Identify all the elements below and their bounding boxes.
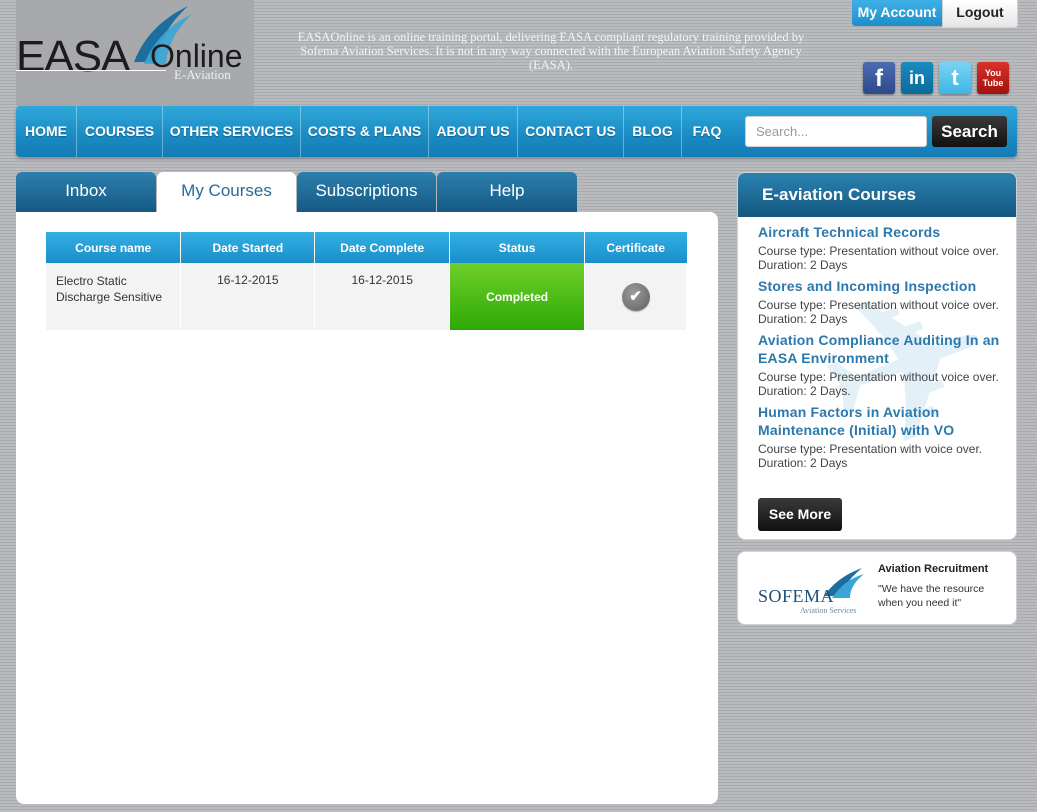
header-disclaimer: EASAOnline is an online training portal,… xyxy=(297,30,805,72)
tab-subscriptions[interactable]: Subscriptions xyxy=(297,172,436,212)
col-status: Status xyxy=(449,232,586,263)
nav-blog[interactable]: BLOG xyxy=(624,106,682,157)
course-description: Course type: Presentation without voice … xyxy=(758,298,999,326)
col-date-complete: Date Complete xyxy=(314,232,451,263)
recruitment-ad[interactable]: SOFEMA Aviation Services Aviation Recrui… xyxy=(737,551,1017,625)
courses-table: Course name Date Started Date Complete S… xyxy=(46,232,687,330)
course-description: Course type: Presentation without voice … xyxy=(758,244,999,272)
e-aviation-courses-panel: E-aviation Courses ✈ Aircraft Technical … xyxy=(737,172,1017,540)
sofema-logo-text: SOFEMA xyxy=(758,586,835,606)
course-link[interactable]: Stores and Incoming Inspection xyxy=(758,277,1003,295)
site-logo[interactable]: EASA Online E-Aviation xyxy=(16,0,254,106)
sofema-logo: SOFEMA Aviation Services xyxy=(758,566,868,615)
nav-contact-us[interactable]: CONTACT US xyxy=(518,106,624,157)
list-item: Human Factors in Aviation Maintenance (I… xyxy=(758,403,1003,470)
course-link[interactable]: Human Factors in Aviation Maintenance (I… xyxy=(758,403,1003,439)
twitter-icon[interactable]: t xyxy=(939,62,971,94)
ad-title: Aviation Recruitment xyxy=(878,563,989,575)
nav-other-services[interactable]: OTHER SERVICES xyxy=(163,106,301,157)
tab-my-courses[interactable]: My Courses xyxy=(157,172,296,214)
course-name-cell[interactable]: Electro Static Discharge Sensitive xyxy=(46,263,182,330)
col-course-name: Course name xyxy=(46,232,182,263)
search-input[interactable] xyxy=(745,116,927,147)
course-link[interactable]: Aviation Compliance Auditing In an EASA … xyxy=(758,331,1003,367)
my-account-button[interactable]: My Account xyxy=(852,0,942,26)
check-icon[interactable]: ✔ xyxy=(621,282,650,311)
list-item: Stores and Incoming Inspection Course ty… xyxy=(758,277,1003,326)
facebook-icon[interactable]: f xyxy=(863,62,895,94)
col-date-started: Date Started xyxy=(180,232,316,263)
course-description: Course type: Presentation with voice ove… xyxy=(758,442,983,470)
youtube-icon-top: You xyxy=(984,68,1002,78)
main-nav: HOME COURSES OTHER SERVICES COSTS & PLAN… xyxy=(16,106,1017,157)
youtube-icon[interactable]: You Tube xyxy=(977,62,1009,94)
tab-inbox[interactable]: Inbox xyxy=(16,172,156,212)
youtube-icon-bottom: Tube xyxy=(982,78,1004,88)
nav-home[interactable]: HOME xyxy=(16,106,77,157)
nav-costs-plans[interactable]: COSTS & PLANS xyxy=(301,106,429,157)
logo-easa-text: EASA xyxy=(16,32,130,81)
date-complete-cell: 16-12-2015 xyxy=(314,263,451,330)
see-more-button[interactable]: See More xyxy=(758,498,842,531)
logout-button[interactable]: Logout xyxy=(942,0,1018,28)
course-description: Course type: Presentation without voice … xyxy=(758,370,999,398)
nav-courses[interactable]: COURSES xyxy=(77,106,163,157)
course-link[interactable]: Aircraft Technical Records xyxy=(758,223,1003,241)
sofema-logo-subtitle: Aviation Services xyxy=(800,606,857,615)
sidebar-course-list: Aircraft Technical Records Course type: … xyxy=(758,223,1003,475)
linkedin-icon[interactable]: in xyxy=(901,62,933,94)
status-badge: Completed xyxy=(449,263,586,330)
col-certificate: Certificate xyxy=(584,232,687,263)
logo-divider xyxy=(16,70,166,71)
nav-faq[interactable]: FAQ xyxy=(682,106,732,157)
nav-about-us[interactable]: ABOUT US xyxy=(429,106,518,157)
certificate-cell: ✔ xyxy=(584,263,687,330)
list-item: Aircraft Technical Records Course type: … xyxy=(758,223,1003,272)
logo-subtitle: E-Aviation xyxy=(174,67,231,82)
sidebar-title: E-aviation Courses xyxy=(738,173,1016,217)
list-item: Aviation Compliance Auditing In an EASA … xyxy=(758,331,1003,398)
tab-help[interactable]: Help xyxy=(437,172,577,212)
table-row: Electro Static Discharge Sensitive 16-12… xyxy=(46,263,687,330)
ad-text: "We have the resource when you need it" xyxy=(878,583,985,609)
my-courses-panel: Course name Date Started Date Complete S… xyxy=(16,212,718,804)
date-started-cell: 16-12-2015 xyxy=(180,263,316,330)
search-button[interactable]: Search xyxy=(932,116,1007,147)
